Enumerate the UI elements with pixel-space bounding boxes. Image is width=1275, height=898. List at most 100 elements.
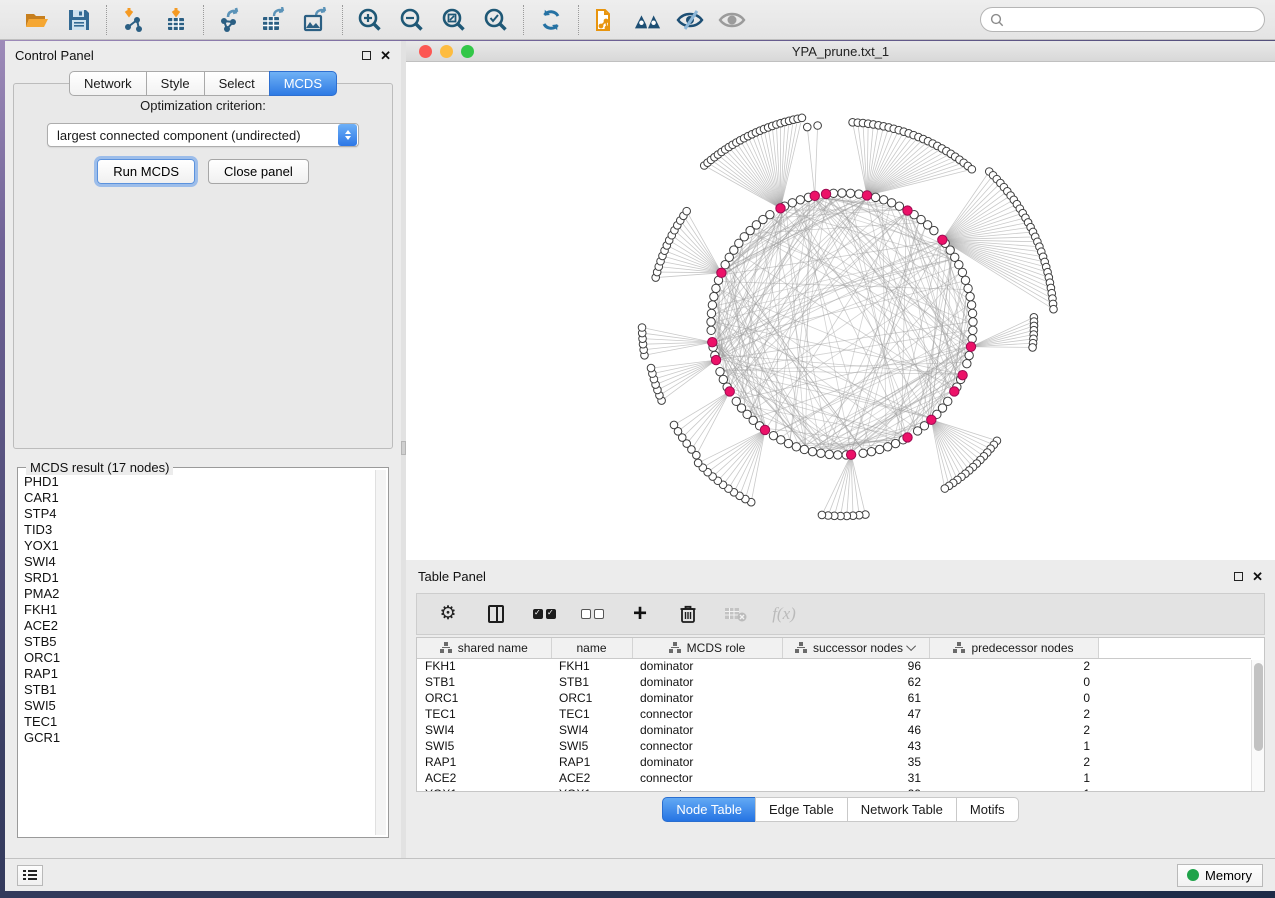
mcds-result-item[interactable]: PHD1 bbox=[24, 474, 374, 490]
network-graph[interactable] bbox=[406, 62, 1275, 559]
mcds-result-list[interactable]: PHD1CAR1STP4TID3YOX1SWI4SRD1PMA2FKH1ACE2… bbox=[24, 474, 374, 833]
column-namespace-icon bbox=[795, 642, 807, 653]
mcds-result-item[interactable]: SWI4 bbox=[24, 554, 374, 570]
table-cell: SWI4 bbox=[417, 722, 551, 738]
tab-motifs[interactable]: Motifs bbox=[956, 797, 1019, 822]
search-input[interactable] bbox=[1010, 13, 1255, 27]
import-table-button[interactable] bbox=[162, 6, 190, 34]
control-panel: Control Panel ✕ NetworkStyleSelectMCDS O… bbox=[5, 41, 401, 858]
eye-icon bbox=[718, 9, 746, 31]
tab-network-table[interactable]: Network Table bbox=[847, 797, 956, 822]
table-cell: SWI4 bbox=[551, 722, 632, 738]
export-network-button[interactable] bbox=[217, 6, 245, 34]
zoom-in-button[interactable] bbox=[356, 6, 384, 34]
first-neighbors-button[interactable] bbox=[634, 6, 662, 34]
table-row[interactable]: SWI5SWI5connector431 bbox=[417, 738, 1251, 754]
mcds-result-item[interactable]: SWI5 bbox=[24, 698, 374, 714]
column-header-name[interactable]: name bbox=[551, 638, 632, 658]
tab-select[interactable]: Select bbox=[204, 71, 269, 96]
table-row[interactable]: ORC1ORC1dominator610 bbox=[417, 690, 1251, 706]
table-scroll-thumb[interactable] bbox=[1254, 663, 1263, 751]
control-panel-title: Control Panel bbox=[15, 48, 94, 63]
column-label: predecessor nodes bbox=[971, 641, 1073, 655]
save-session-button[interactable] bbox=[65, 6, 93, 34]
export-table-button[interactable] bbox=[259, 6, 287, 34]
tab-node-table[interactable]: Node Table bbox=[662, 797, 755, 822]
tab-mcds[interactable]: MCDS bbox=[269, 71, 337, 96]
network-search-box[interactable] bbox=[980, 7, 1265, 32]
mcds-result-item[interactable]: ORC1 bbox=[24, 650, 374, 666]
float-panel-icon[interactable] bbox=[362, 51, 371, 60]
mcds-result-item[interactable]: TID3 bbox=[24, 522, 374, 538]
table-row[interactable]: RAP1RAP1dominator352 bbox=[417, 754, 1251, 770]
mcds-result-item[interactable]: STB5 bbox=[24, 634, 374, 650]
table-tabs: Node TableEdge TableNetwork TableMotifs bbox=[406, 797, 1275, 822]
zoom-selected-button[interactable] bbox=[482, 6, 510, 34]
mcds-result-item[interactable]: STB1 bbox=[24, 682, 374, 698]
table-scrollbar[interactable] bbox=[1251, 660, 1264, 791]
import-network-button[interactable] bbox=[120, 6, 148, 34]
table-panel: Table Panel ✕ ⚙ + bbox=[406, 563, 1275, 858]
mcds-list-scrollbar[interactable] bbox=[375, 470, 386, 835]
table-cell: 0 bbox=[929, 690, 1098, 706]
hide-selected-button[interactable] bbox=[676, 6, 704, 34]
column-header-MCDS-role[interactable]: MCDS role bbox=[632, 638, 782, 658]
table-row[interactable]: YOX1YOX1connector291 bbox=[417, 786, 1251, 792]
mcds-result-item[interactable]: GCR1 bbox=[24, 730, 374, 746]
table-float-icon[interactable] bbox=[1234, 572, 1243, 581]
optimization-criterion-dropdown[interactable]: largest connected component (undirected) bbox=[47, 123, 359, 147]
clone-network-button[interactable] bbox=[592, 6, 620, 34]
tab-network[interactable]: Network bbox=[69, 71, 146, 96]
column-header-successor-nodes[interactable]: successor nodes bbox=[782, 638, 929, 658]
table-cell: dominator bbox=[632, 722, 782, 738]
mcds-result-item[interactable]: SRD1 bbox=[24, 570, 374, 586]
close-panel-icon[interactable]: ✕ bbox=[380, 51, 391, 60]
export-image-button[interactable] bbox=[301, 6, 329, 34]
mcds-result-item[interactable]: ACE2 bbox=[24, 618, 374, 634]
refresh-button[interactable] bbox=[537, 6, 565, 34]
mcds-result-item[interactable]: RAP1 bbox=[24, 666, 374, 682]
tab-edge-table[interactable]: Edge Table bbox=[755, 797, 847, 822]
table-cell-filler bbox=[1098, 770, 1251, 786]
delete-column-button[interactable] bbox=[675, 601, 701, 627]
table-cell: FKH1 bbox=[417, 658, 551, 674]
table-close-icon[interactable]: ✕ bbox=[1252, 572, 1263, 581]
select-all-button[interactable] bbox=[531, 601, 557, 627]
mcds-result-item[interactable]: CAR1 bbox=[24, 490, 374, 506]
column-header-shared-name[interactable]: shared name bbox=[417, 638, 551, 658]
show-columns-button[interactable] bbox=[483, 601, 509, 627]
table-row[interactable]: ACE2ACE2connector311 bbox=[417, 770, 1251, 786]
run-mcds-button[interactable]: Run MCDS bbox=[97, 159, 195, 184]
tab-style[interactable]: Style bbox=[146, 71, 204, 96]
mcds-result-item[interactable]: FKH1 bbox=[24, 602, 374, 618]
add-column-button[interactable]: + bbox=[627, 601, 653, 627]
memory-button[interactable]: Memory bbox=[1177, 864, 1263, 887]
open-folder-icon bbox=[24, 9, 50, 31]
network-canvas[interactable] bbox=[406, 62, 1275, 559]
table-row[interactable]: FKH1FKH1dominator962 bbox=[417, 658, 1251, 674]
zoom-fit-button[interactable] bbox=[440, 6, 468, 34]
mcds-result-item[interactable]: STP4 bbox=[24, 506, 374, 522]
zoom-out-button[interactable] bbox=[398, 6, 426, 34]
table-row[interactable]: SWI4SWI4dominator462 bbox=[417, 722, 1251, 738]
mcds-result-item[interactable]: TEC1 bbox=[24, 714, 374, 730]
table-cell: ACE2 bbox=[417, 770, 551, 786]
show-panels-button[interactable] bbox=[17, 865, 43, 886]
mcds-result-item[interactable]: YOX1 bbox=[24, 538, 374, 554]
table-cell: 1 bbox=[929, 786, 1098, 792]
table-row[interactable]: STB1STB1dominator620 bbox=[417, 674, 1251, 690]
close-panel-button[interactable]: Close panel bbox=[208, 159, 309, 184]
table-settings-button[interactable]: ⚙ bbox=[435, 601, 461, 627]
table-cell-filler bbox=[1098, 690, 1251, 706]
mcds-result-item[interactable]: PMA2 bbox=[24, 586, 374, 602]
table-cell: RAP1 bbox=[417, 754, 551, 770]
column-namespace-icon bbox=[669, 642, 681, 653]
column-header-predecessor-nodes[interactable]: predecessor nodes bbox=[929, 638, 1098, 658]
table-row[interactable]: TEC1TEC1connector472 bbox=[417, 706, 1251, 722]
table-cell-filler bbox=[1098, 738, 1251, 754]
open-file-button[interactable] bbox=[23, 6, 51, 34]
deselect-all-button[interactable] bbox=[579, 601, 605, 627]
status-bar: Memory bbox=[5, 858, 1275, 891]
table-cell: ACE2 bbox=[551, 770, 632, 786]
show-all-button[interactable] bbox=[718, 6, 746, 34]
